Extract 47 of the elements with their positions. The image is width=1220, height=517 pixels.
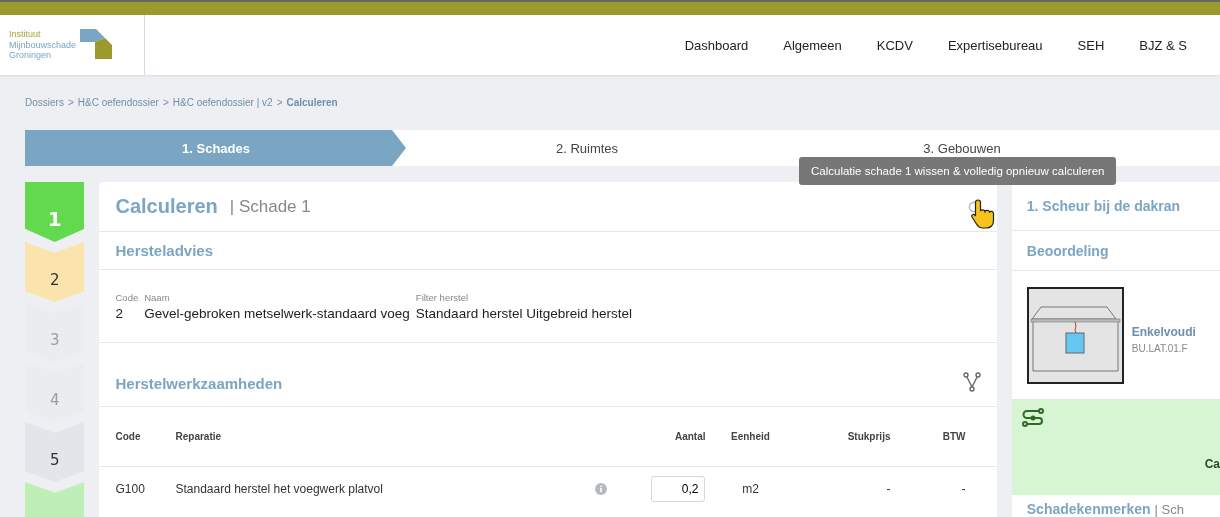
field-value: Gevel-gebroken metselwerk-standaard voeg — [144, 305, 410, 321]
table-cell-text: G100 — [115, 482, 146, 496]
column-header: BTW — [941, 431, 966, 442]
item-title: Enkelvoudi — [1131, 324, 1196, 339]
column-header: Stukprijs — [846, 431, 891, 442]
field-label: Code — [115, 291, 139, 303]
table-cell-text: - — [885, 482, 891, 496]
section-heading: Beoordeling — [1026, 242, 1109, 259]
logo-icon — [80, 29, 113, 61]
item-code: BU.LAT.01.F — [1131, 342, 1189, 354]
hand-cursor-icon — [970, 198, 996, 230]
nav-link[interactable]: KCDV — [876, 37, 913, 53]
field-value: 2 — [115, 305, 124, 321]
damage-step[interactable]: 2 — [25, 242, 85, 302]
table-cell-text: Standaard herstel het voegwerk platvol — [175, 482, 384, 496]
field-label: Filter herstel — [415, 291, 470, 303]
wizard-step-tab[interactable]: 2. Ruimtes — [392, 130, 782, 166]
nav-link[interactable]: Dashboard — [684, 37, 749, 53]
damage-step[interactable]: 5 — [25, 422, 85, 482]
nav-link[interactable]: SEH — [1077, 37, 1105, 53]
nav-link[interactable]: Algemeen — [783, 37, 842, 53]
field-value: Standaard herstel Uitgebreid herstel — [415, 305, 632, 321]
nav-link[interactable]: Expertisebureau — [947, 37, 1043, 53]
tooltip: Calculatie schade 1 wissen & volledig opnieuw calculeren — [799, 157, 1117, 185]
card-title: Calculeren — [115, 195, 218, 218]
branch-icon[interactable] — [962, 372, 981, 392]
nav-link[interactable]: BJZ & S — [1139, 37, 1187, 53]
section-heading: Hersteladvies — [115, 242, 214, 259]
section-subtitle: | Sch — [1154, 502, 1184, 517]
table-cell-text: - — [960, 482, 966, 496]
card-subtitle: | Schade 1 — [229, 196, 312, 217]
logo-text: Instituut Mijnbouwschade Groningen — [9, 29, 77, 61]
table-cell-text: m2 — [741, 482, 760, 496]
breadcrumb-separator: > — [276, 97, 283, 110]
breadcrumb-separator: > — [67, 97, 74, 110]
section-heading: Schadekenmerken — [1026, 501, 1151, 517]
column-header: Eenheid — [730, 431, 771, 442]
section-heading: Herstelwerkzaamheden — [115, 375, 283, 392]
panel-title: 1. Scheur bij de dakran — [1026, 198, 1181, 214]
status-text: Ca — [1204, 457, 1220, 471]
column-header: Reparatie — [175, 431, 223, 442]
column-header: Aantal — [673, 431, 706, 442]
column-header: Code — [115, 431, 142, 442]
quantity-field[interactable]: 0,2 — [651, 476, 706, 502]
breadcrumb-separator: > — [162, 97, 169, 110]
field-label: Naam — [144, 291, 171, 303]
route-icon[interactable] — [1021, 408, 1044, 428]
